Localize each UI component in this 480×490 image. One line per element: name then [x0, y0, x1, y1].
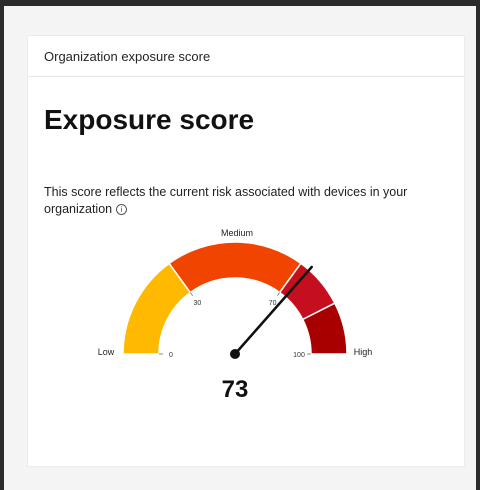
score-description: This score reflects the current risk ass…: [44, 184, 424, 218]
page-title: Exposure score: [44, 104, 255, 135]
score-description-text: This score reflects the current risk ass…: [44, 185, 408, 216]
exposure-score-card: Organization exposure score Exposure sco…: [28, 36, 464, 466]
gauge-tick-30: [189, 292, 194, 297]
gauge-tick-label-30: 30: [193, 300, 201, 307]
gauge-tick-label-0: 0: [169, 352, 173, 359]
window-left-border: [0, 0, 4, 490]
exposure-gauge: Medium Low High 0 30 70 100: [98, 228, 373, 359]
window-right-border: [476, 0, 480, 490]
exposure-score-value: 73: [221, 376, 249, 403]
gauge-label-low: Low: [98, 347, 115, 357]
card-header: Organization exposure score: [28, 36, 464, 77]
gauge-tick-70: [276, 292, 281, 297]
gauge-label-high: High: [354, 347, 373, 357]
window-top-border: [0, 0, 480, 6]
gauge-tick-label-70: 70: [269, 300, 277, 307]
info-icon[interactable]: i: [116, 204, 128, 215]
gauge-label-medium: Medium: [221, 228, 253, 238]
gauge-needle-hub: [230, 349, 240, 359]
gauge-band-2: [168, 241, 302, 294]
gauge-tick-label-100: 100: [293, 352, 305, 359]
